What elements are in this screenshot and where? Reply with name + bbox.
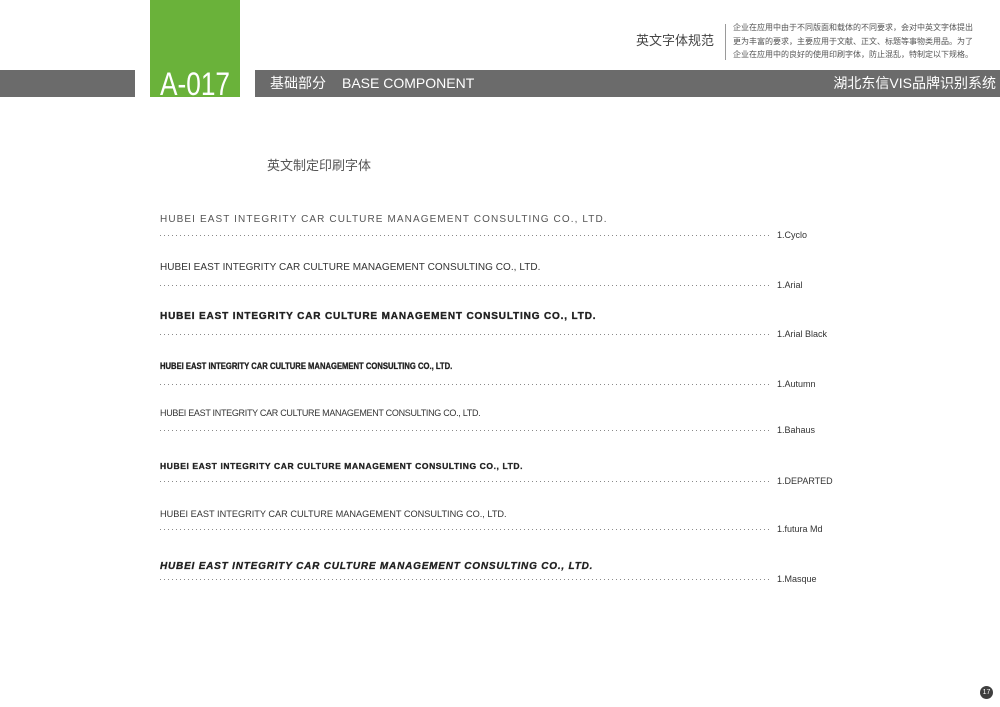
font-sample-text: HUBEI EAST INTEGRITY CAR CULTURE MANAGEM… <box>160 509 507 519</box>
category-title-en: BASE COMPONENT <box>342 75 475 91</box>
font-sample-row-autumn: HUBEI EAST INTEGRITY CAR CULTURE MANAGEM… <box>160 360 840 390</box>
topic-title: 英文字体规范 <box>636 34 715 49</box>
font-name-label: 1.Autumn <box>777 379 816 389</box>
font-name-label: 1.futura Md <box>777 524 823 534</box>
category-title-cn: 基础部分 <box>270 75 326 91</box>
description-line: 企业在应用中由于不同版面和载体的不同要求，会对中英文字体提出 <box>733 23 973 32</box>
dotted-leader <box>160 285 770 286</box>
font-sample-row-futura-md: HUBEI EAST INTEGRITY CAR CULTURE MANAGEM… <box>160 508 840 538</box>
dotted-leader <box>160 579 770 580</box>
font-sample-text: HUBEI EAST INTEGRITY CAR CULTURE MANAGEM… <box>160 361 453 371</box>
font-name-label: 1.DEPARTED <box>777 476 833 486</box>
font-sample-text: HUBEI EAST INTEGRITY CAR CULTURE MANAGEM… <box>160 262 541 273</box>
font-sample-row-arial: HUBEI EAST INTEGRITY CAR CULTURE MANAGEM… <box>160 262 840 292</box>
header-band-left <box>0 70 135 97</box>
description-line: 更为丰富的要求，主要应用于文献、正文、标题等事物类用品。为了 <box>733 36 973 46</box>
font-sample-row-bahaus: HUBEI EAST INTEGRITY CAR CULTURE MANAGEM… <box>160 407 840 437</box>
font-sample-row-departed: HUBEI EAST INTEGRITY CAR CULTURE MANAGEM… <box>160 460 840 490</box>
dotted-leader <box>160 334 770 335</box>
section-code: A-017 <box>160 66 231 102</box>
topic-description: 企业在应用中由于不同版面和载体的不同要求，会对中英文字体提出 更为丰富的要求，主… <box>733 21 995 62</box>
header-divider <box>725 24 726 60</box>
font-sample-row-masque: HUBEI EAST INTEGRITY CAR CULTURE MANAGEM… <box>160 561 840 591</box>
font-sample-row-cyclo: HUBEI EAST INTEGRITY CAR CULTURE MANAGEM… <box>160 214 840 244</box>
dotted-leader <box>160 529 770 530</box>
section-heading: 英文制定印刷字体 <box>267 159 372 174</box>
font-name-label: 1.Cyclo <box>777 230 808 240</box>
font-sample-text: HUBEI EAST INTEGRITY CAR CULTURE MANAGEM… <box>160 214 608 225</box>
dotted-leader <box>160 235 770 236</box>
font-name-label: 1.Arial <box>777 280 803 290</box>
font-sample-text: HUBEI EAST INTEGRITY CAR CULTURE MANAGEM… <box>160 408 481 418</box>
font-name-label: 1.Masque <box>777 574 817 584</box>
description-line: 企业在应用中的良好的使用印刷字体，防止混乱，特制定以下规格。 <box>733 50 973 59</box>
dotted-leader <box>160 384 770 385</box>
dotted-leader <box>160 481 770 482</box>
font-sample-text: HUBEI EAST INTEGRITY CAR CULTURE MANAGEM… <box>160 461 524 471</box>
font-sample-text: HUBEI EAST INTEGRITY CAR CULTURE MANAGEM… <box>160 561 594 572</box>
font-sample-text: HUBEI EAST INTEGRITY CAR CULTURE MANAGEM… <box>160 311 597 322</box>
font-name-label: 1.Arial Black <box>777 329 828 339</box>
font-name-label: 1.Bahaus <box>777 425 816 435</box>
system-title: 湖北东信VIS品牌识别系统 <box>833 75 996 91</box>
page-number-badge: 17 <box>980 686 993 699</box>
font-sample-row-arial-black: HUBEI EAST INTEGRITY CAR CULTURE MANAGEM… <box>160 311 840 341</box>
dotted-leader <box>160 430 770 431</box>
